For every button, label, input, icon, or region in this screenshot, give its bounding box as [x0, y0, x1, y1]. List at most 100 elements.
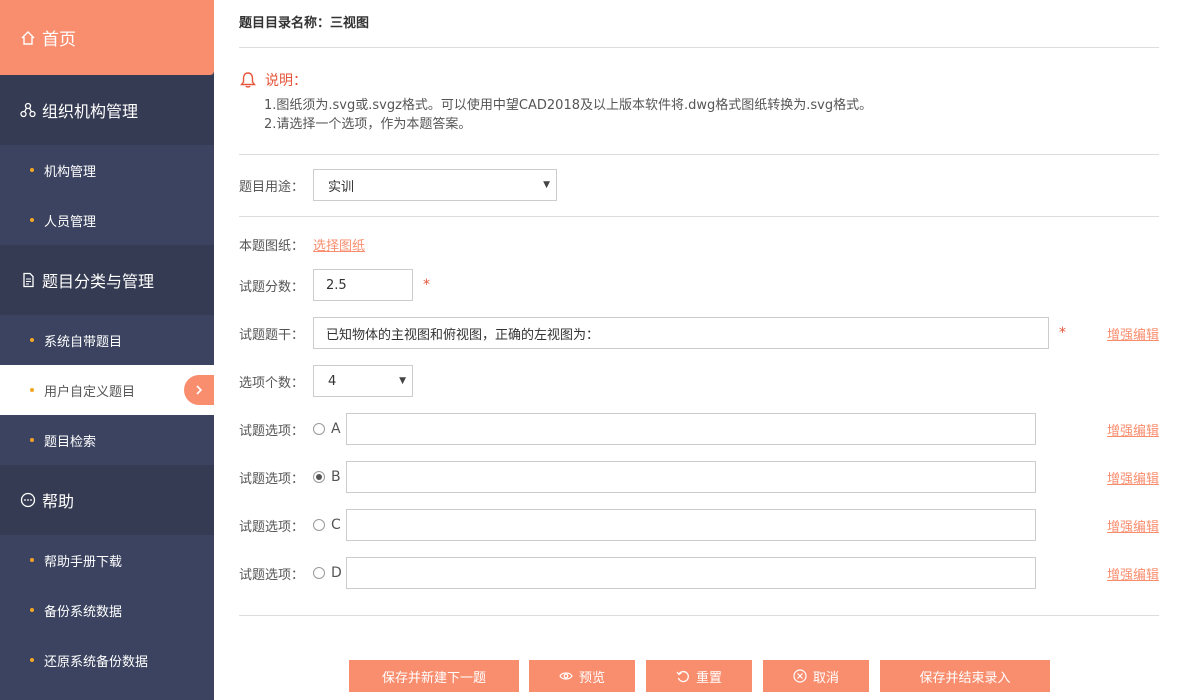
score-row: 试题分数： 2.5 *: [239, 269, 1159, 301]
option-count-value: 4: [328, 373, 337, 389]
option-row-a: 试题选项： A 增强编辑: [239, 413, 1159, 445]
select-drawing-link[interactable]: 选择图纸: [313, 235, 365, 254]
bullet-dot: [30, 438, 34, 442]
sidebar-section-org[interactable]: 组织机构管理: [0, 75, 214, 145]
sidebar: 首页 组织机构管理 机构管理 人员管理 题目分类与管理 系统自带题目 用户自定义…: [0, 0, 214, 700]
bell-icon: [239, 71, 257, 89]
score-value: 2.5: [326, 277, 347, 293]
sidebar-section-help[interactable]: 帮助: [0, 465, 214, 535]
bullet-dot: [30, 388, 34, 392]
stem-row: 试题题干： 已知物体的主视图和俯视图，正确的左视图为： * 增强编辑: [239, 317, 1159, 349]
notice-heading-label: 说明：: [265, 73, 307, 89]
sidebar-section-label: 帮助: [42, 492, 75, 511]
chat-bubble-icon: [20, 492, 36, 508]
stem-enhance-edit-link[interactable]: 增强编辑: [1107, 324, 1159, 343]
option-radio-c[interactable]: [313, 519, 325, 531]
caret-down-icon: ▼: [399, 376, 406, 386]
stem-input[interactable]: 已知物体的主视图和俯视图，正确的左视图为：: [313, 317, 1049, 349]
option-count-row: 选项个数： 4 ▼: [239, 365, 1159, 397]
save-and-new-button[interactable]: 保存并新建下一题: [349, 660, 519, 692]
sidebar-item-label: 用户自定义题目: [44, 384, 136, 400]
option-radio-b[interactable]: [313, 471, 325, 483]
sidebar-item-org-manage[interactable]: 机构管理: [0, 145, 214, 195]
purpose-value: 实训: [328, 179, 355, 195]
bullet-dot: [30, 658, 34, 662]
sidebar-item-restore[interactable]: 还原系统备份数据: [0, 635, 214, 685]
reset-button[interactable]: 重置: [646, 660, 752, 692]
option-count-label: 选项个数：: [239, 375, 305, 391]
purpose-label: 题目用途：: [239, 179, 305, 195]
sidebar-item-label: 备份系统数据: [44, 604, 123, 620]
sidebar-item-staff-manage[interactable]: 人员管理: [0, 195, 214, 245]
sidebar-item-system-questions[interactable]: 系统自带题目: [0, 315, 214, 365]
sidebar-item-label: 人员管理: [44, 214, 97, 230]
option-label: 试题选项：: [239, 471, 305, 487]
sidebar-section-questions[interactable]: 题目分类与管理: [0, 245, 214, 315]
option-input-c[interactable]: [346, 509, 1036, 541]
sidebar-item-label: 帮助手册下载: [44, 554, 123, 570]
catalog-title: 题目目录名称：三视图: [239, 0, 1159, 48]
undo-icon: [676, 669, 690, 683]
eye-icon: [559, 669, 573, 683]
purpose-row: 题目用途： 实训 ▼: [239, 169, 1159, 201]
sidebar-item-question-search[interactable]: 题目检索: [0, 415, 214, 465]
sidebar-item-backup[interactable]: 备份系统数据: [0, 585, 214, 635]
option-letter: B: [331, 469, 341, 485]
option-row-c: 试题选项： C 增强编辑: [239, 509, 1159, 541]
bullet-dot: [30, 608, 34, 612]
option-row-d: 试题选项： D 增强编辑: [239, 557, 1159, 589]
reset-label: 重置: [695, 670, 722, 686]
drawing-row: 本题图纸： 选择图纸: [239, 233, 1159, 255]
sidebar-item-label: 机构管理: [44, 164, 97, 180]
sidebar-home[interactable]: 首页: [0, 0, 214, 75]
sidebar-item-label: 系统自带题目: [44, 334, 123, 350]
option-input-b[interactable]: [346, 461, 1036, 493]
sidebar-item-label: 还原系统备份数据: [44, 654, 149, 670]
save-and-finish-button[interactable]: 保存并结束录入: [880, 660, 1050, 692]
score-label: 试题分数：: [239, 279, 305, 295]
cancel-label: 取消: [812, 670, 839, 686]
option-radio-a[interactable]: [313, 423, 325, 435]
drawing-label: 本题图纸：: [239, 238, 305, 254]
sidebar-item-label: 题目检索: [44, 434, 97, 450]
bullet-dot: [30, 558, 34, 562]
option-label: 试题选项：: [239, 519, 305, 535]
option-letter: C: [331, 517, 341, 533]
option-enhance-edit-link[interactable]: 增强编辑: [1107, 564, 1159, 583]
divider: [239, 216, 1159, 217]
bullet-dot: [30, 168, 34, 172]
divider: [239, 615, 1159, 616]
notice-box: 说明： 1.图纸须为.svg或.svgz格式。可以使用中望CAD2018及以上版…: [239, 48, 1159, 155]
stem-value: 已知物体的主视图和俯视图，正确的左视图为：: [326, 327, 600, 343]
notice-line: 2.请选择一个选项，作为本题答案。: [264, 117, 472, 132]
sidebar-section-label: 题目分类与管理: [42, 272, 155, 291]
cancel-button[interactable]: 取消: [763, 660, 869, 692]
bullet-dot: [30, 338, 34, 342]
bullet-dot: [30, 218, 34, 222]
save-and-finish-label: 保存并结束录入: [919, 670, 1011, 686]
required-mark: *: [1059, 325, 1066, 341]
save-and-new-label: 保存并新建下一题: [381, 670, 486, 686]
main-content: 题目目录名称：三视图 说明： 1.图纸须为.svg或.svgz格式。可以使用中望…: [239, 0, 1159, 616]
option-radio-d[interactable]: [313, 567, 325, 579]
org-icon: [20, 102, 36, 118]
option-enhance-edit-link[interactable]: 增强编辑: [1107, 420, 1159, 439]
option-label: 试题选项：: [239, 423, 305, 439]
option-input-a[interactable]: [346, 413, 1036, 445]
notice-heading: 说明：: [239, 70, 1159, 90]
option-input-d[interactable]: [346, 557, 1036, 589]
preview-button[interactable]: 预览: [529, 660, 635, 692]
option-enhance-edit-link[interactable]: 增强编辑: [1107, 468, 1159, 487]
option-row-b: 试题选项： B 增强编辑: [239, 461, 1159, 493]
sidebar-home-label: 首页: [42, 30, 76, 50]
option-enhance-edit-link[interactable]: 增强编辑: [1107, 516, 1159, 535]
option-count-select[interactable]: 4 ▼: [313, 365, 413, 397]
purpose-select[interactable]: 实训 ▼: [313, 169, 557, 201]
sidebar-item-manual-download[interactable]: 帮助手册下载: [0, 535, 214, 585]
close-circle-icon: [793, 669, 807, 683]
score-input[interactable]: 2.5: [313, 269, 413, 301]
sidebar-item-custom-questions[interactable]: 用户自定义题目: [0, 365, 214, 415]
notice-line: 1.图纸须为.svg或.svgz格式。可以使用中望CAD2018及以上版本软件将…: [264, 98, 873, 113]
chevron-right-icon: [184, 375, 214, 405]
stem-label: 试题题干：: [239, 327, 305, 343]
